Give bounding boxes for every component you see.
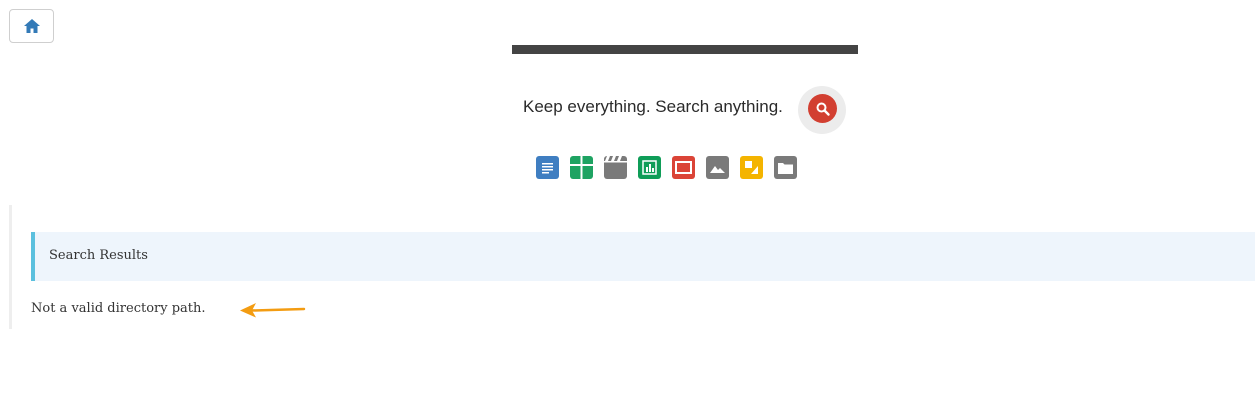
banner-panel: Keep everything. Search anything. — [512, 54, 848, 205]
slides-icon — [740, 156, 763, 179]
magnifier-icon — [808, 94, 837, 123]
arrow-left-icon — [240, 303, 306, 318]
home-icon — [23, 19, 40, 33]
banner-tagline: Keep everything. Search anything. — [523, 97, 783, 116]
home-button[interactable] — [9, 9, 54, 43]
document-icon — [536, 156, 559, 179]
status-message: Not a valid directory path. — [31, 301, 206, 316]
banner-image: Keep everything. Search anything. — [512, 45, 858, 205]
file-type-icons — [536, 156, 797, 179]
results-header: Search Results — [31, 232, 1255, 281]
chart-icon — [638, 156, 661, 179]
banner-top-bar — [512, 45, 858, 54]
image-icon — [706, 156, 729, 179]
spreadsheet-icon — [570, 156, 593, 179]
results-panel: Search Results Not a valid directory pat… — [9, 205, 1255, 329]
presentation-icon — [672, 156, 695, 179]
page: Keep everything. Search anything. Search… — [0, 0, 1255, 415]
results-title: Search Results — [49, 248, 148, 263]
folder-icon — [774, 156, 797, 179]
video-icon — [604, 156, 627, 179]
